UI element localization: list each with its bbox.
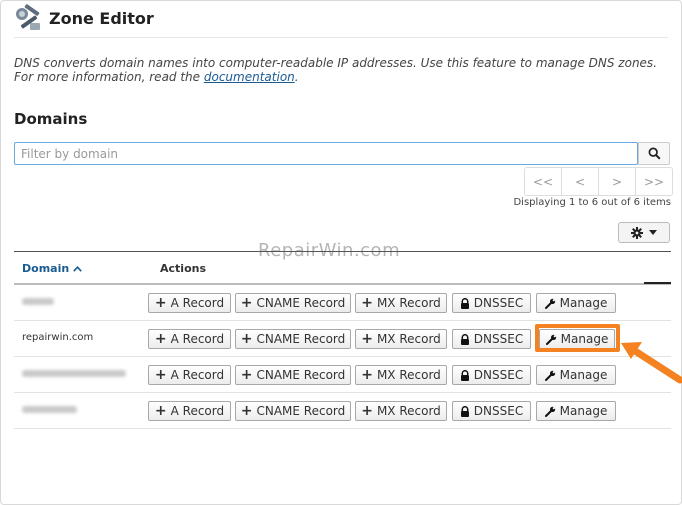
manage-highlight-box	[535, 324, 620, 352]
first-page-button[interactable]: <<	[525, 168, 562, 195]
orange-arrow-icon	[621, 342, 682, 384]
manage-button[interactable]: Manage	[536, 365, 616, 385]
description-suffix: .	[294, 70, 299, 84]
plus-icon: +	[154, 331, 167, 347]
plus-icon: +	[240, 295, 253, 311]
lock-icon	[460, 333, 469, 345]
blurred-domain	[22, 298, 54, 305]
plus-icon: +	[154, 295, 167, 311]
plus-icon: +	[154, 367, 167, 383]
cname-record-button[interactable]: + CNAME Record	[235, 293, 351, 313]
column-resize-handle	[644, 282, 671, 284]
actions-column-header: Actions	[160, 262, 206, 275]
mx-record-button[interactable]: + MX Record	[355, 365, 447, 385]
a-record-button[interactable]: + A Record	[148, 293, 231, 313]
dnssec-button[interactable]: DNSSEC	[452, 401, 531, 421]
wrench-icon	[544, 406, 555, 417]
documentation-link[interactable]: documentation	[204, 70, 295, 84]
header-divider	[14, 37, 668, 38]
wrench-icon	[544, 298, 555, 309]
next-page-button[interactable]: >	[599, 168, 636, 195]
table-row: + A Record + CNAME Record + MX Record DNSSE…	[14, 285, 671, 321]
description-text: DNS converts domain names into computer-…	[14, 56, 658, 84]
table-row: + A Record + CNAME Record + MX Record DNSSE…	[14, 393, 671, 429]
filter-domain-input[interactable]	[14, 142, 638, 165]
lock-icon	[460, 297, 469, 309]
pagination: << < > >>	[524, 167, 673, 196]
settings-dropdown[interactable]	[618, 222, 670, 243]
wrench-icon	[544, 370, 555, 381]
gear-icon	[631, 226, 643, 239]
search-button[interactable]	[638, 142, 670, 165]
cname-record-button[interactable]: + CNAME Record	[235, 329, 351, 349]
plus-icon: +	[361, 403, 373, 419]
sort-up-icon	[73, 266, 82, 272]
a-record-button[interactable]: + A Record	[148, 401, 231, 421]
domain-column-label: Domain	[22, 262, 70, 275]
mx-record-button[interactable]: + MX Record	[355, 329, 447, 349]
cname-record-button[interactable]: + CNAME Record	[235, 401, 351, 421]
pagination-status: Displaying 1 to 6 out of 6 items	[513, 197, 671, 208]
search-icon	[648, 147, 661, 160]
plus-icon: +	[240, 403, 253, 419]
domain-name: repairwin.com	[22, 332, 94, 343]
a-record-button[interactable]: + A Record	[148, 365, 231, 385]
prev-page-button[interactable]: <	[562, 168, 599, 195]
table-top-border	[14, 251, 671, 252]
page-description: DNS converts domain names into computer-…	[14, 56, 670, 84]
domains-heading: Domains	[14, 110, 88, 128]
plus-icon: +	[361, 331, 373, 347]
manage-button[interactable]: Manage	[536, 401, 616, 421]
mx-record-button[interactable]: + MX Record	[355, 401, 447, 421]
dnssec-button[interactable]: DNSSEC	[452, 293, 531, 313]
manage-button[interactable]: Manage	[536, 293, 616, 313]
a-record-button[interactable]: + A Record	[148, 329, 231, 349]
plus-icon: +	[154, 403, 167, 419]
dnssec-button[interactable]: DNSSEC	[452, 329, 531, 349]
last-page-button[interactable]: >>	[636, 168, 672, 195]
blurred-domain	[22, 406, 77, 413]
blurred-domain	[22, 370, 126, 377]
zone-editor-icon	[16, 4, 40, 30]
domain-column-header[interactable]: Domain	[22, 262, 82, 275]
caret-down-icon	[649, 230, 657, 235]
lock-icon	[460, 405, 469, 417]
table-row: + A Record + CNAME Record + MX Record DNSSE…	[14, 357, 671, 393]
page-title: Zone Editor	[49, 9, 154, 28]
lock-icon	[460, 369, 469, 381]
dnssec-button[interactable]: DNSSEC	[452, 365, 531, 385]
plus-icon: +	[361, 367, 373, 383]
mx-record-button[interactable]: + MX Record	[355, 293, 447, 313]
plus-icon: +	[240, 331, 253, 347]
plus-icon: +	[240, 367, 253, 383]
plus-icon: +	[361, 295, 373, 311]
cname-record-button[interactable]: + CNAME Record	[235, 365, 351, 385]
